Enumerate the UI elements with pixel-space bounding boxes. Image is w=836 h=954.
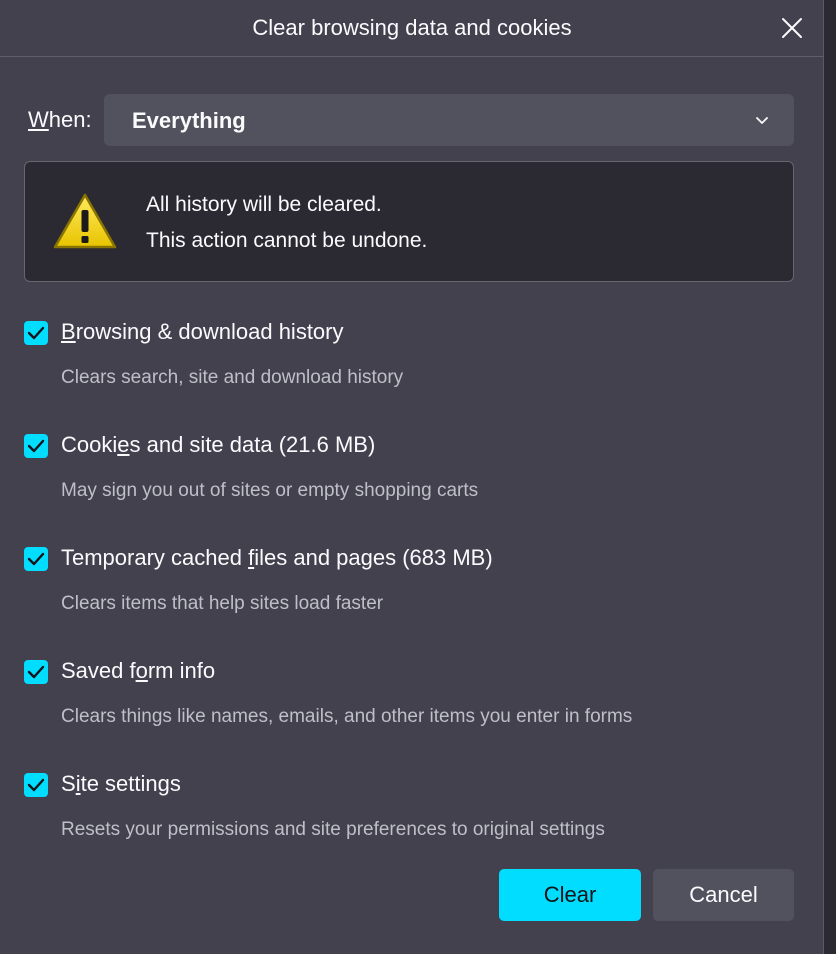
option-label[interactable]: Browsing & download history xyxy=(61,319,344,345)
time-range-value: Everything xyxy=(132,108,246,133)
option-description: Resets your permissions and site prefere… xyxy=(61,819,605,840)
site-settings-checkbox[interactable] xyxy=(24,773,48,797)
dialog-title: Clear browsing data and cookies xyxy=(252,15,572,40)
chevron-down-icon xyxy=(754,112,770,128)
warning-box: All history will be cleared. This action… xyxy=(24,161,794,282)
dialog-titlebar: Clear browsing data and cookies xyxy=(0,0,824,57)
option-label[interactable]: Saved form info xyxy=(61,658,215,684)
close-icon[interactable] xyxy=(780,16,804,40)
cookies-checkbox[interactable] xyxy=(24,434,48,458)
browsing-history-checkbox[interactable] xyxy=(24,321,48,345)
time-range-select[interactable]: Everything xyxy=(104,94,794,146)
cancel-button[interactable]: Cancel xyxy=(653,869,794,921)
when-row: When: xyxy=(28,94,104,146)
option-label[interactable]: Temporary cached files and pages (683 MB… xyxy=(61,545,493,571)
when-label: When: xyxy=(28,107,92,132)
form-info-checkbox[interactable] xyxy=(24,660,48,684)
option-label[interactable]: Cookies and site data (21.6 MB) xyxy=(61,432,375,458)
warning-submessage: This action cannot be undone. xyxy=(146,229,428,252)
option-description: Clears search, site and download history xyxy=(61,367,404,388)
option-description: Clears things like names, emails, and ot… xyxy=(61,706,633,727)
cache-checkbox[interactable] xyxy=(24,547,48,571)
clear-data-dialog: Clear browsing data and cookies When: Ev… xyxy=(0,0,824,954)
option-description: May sign you out of sites or empty shopp… xyxy=(61,480,479,501)
warning-message: All history will be cleared. xyxy=(146,193,382,216)
clear-button[interactable]: Clear xyxy=(499,869,641,921)
option-label[interactable]: Site settings xyxy=(61,771,181,797)
option-description: Clears items that help sites load faster xyxy=(61,593,384,614)
warning-triangle-icon xyxy=(53,192,117,250)
